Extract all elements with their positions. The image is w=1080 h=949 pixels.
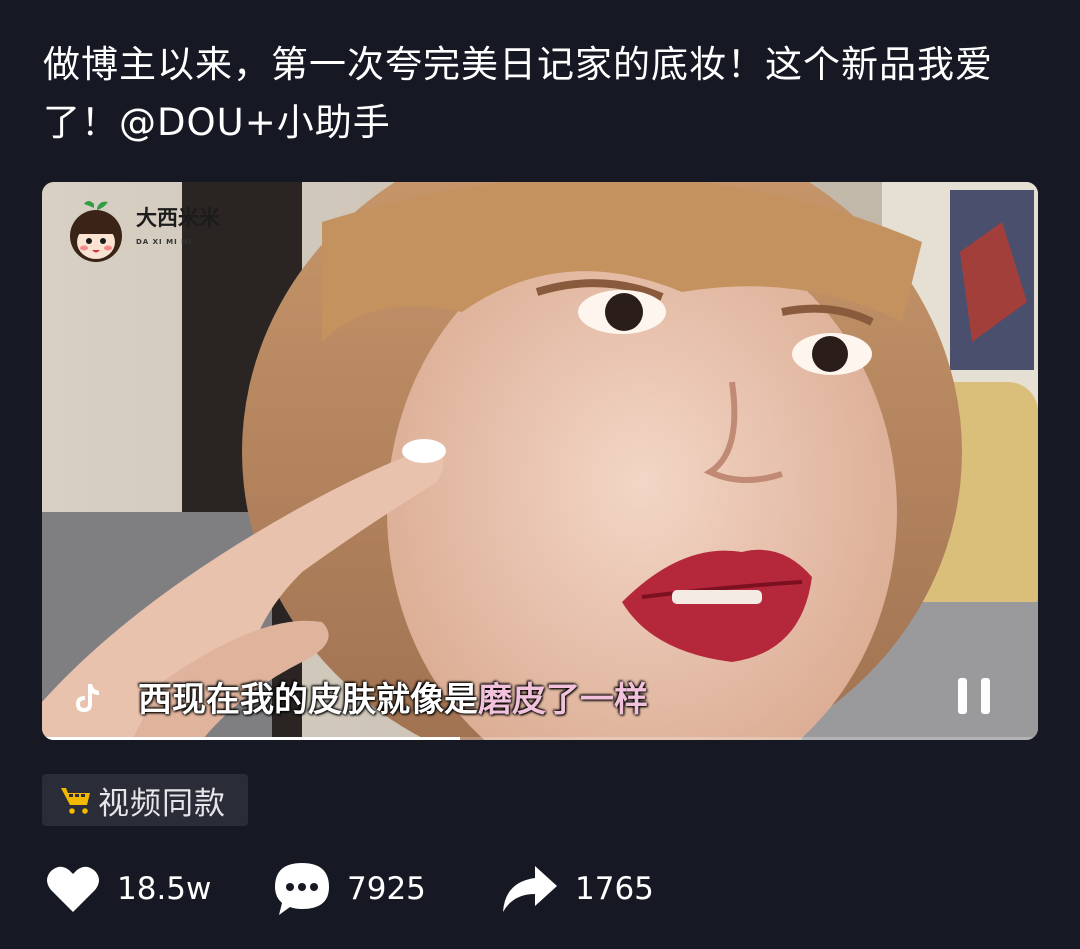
share-count: 1765 (575, 871, 654, 907)
like-count: 18.5w (117, 871, 212, 907)
shopping-cart-icon (61, 788, 90, 814)
product-tag-label: 视频同款 (98, 785, 226, 822)
watermark-title: 大西米米 (136, 206, 220, 230)
subtitle-highlight-text: 磨皮了一样 (478, 679, 648, 720)
like-button[interactable]: 18.5w (45, 858, 211, 920)
comment-button[interactable]: 7925 (273, 858, 426, 920)
video-player[interactable]: 大西米米 DA XI MI MI 西现在我的皮肤就像是 磨皮了一样 (42, 182, 1038, 740)
share-button[interactable]: 1765 (501, 858, 654, 920)
tiktok-logo-icon (76, 684, 99, 712)
video-subtitle: 西现在我的皮肤就像是 磨皮了一样 (138, 670, 648, 722)
product-tag-button[interactable]: 视频同款 (42, 774, 248, 826)
comment-bubble-icon (275, 863, 329, 915)
pause-bar-left (958, 678, 967, 714)
pause-bar-right (981, 678, 990, 714)
pause-button[interactable] (952, 674, 996, 718)
mascot-logo-icon (70, 201, 122, 262)
video-progress-fill (42, 737, 461, 740)
post-caption: 做博主以来，第一次夸完美日记家的底妆！这个新品我爱了！@DOU+小助手 (43, 43, 993, 144)
subtitle-main-text: 西现在我的皮肤就像是 (138, 679, 478, 720)
watermark-subtitle: DA XI MI MI (136, 238, 193, 246)
video-frame (42, 182, 1038, 740)
share-arrow-icon (503, 866, 557, 912)
heart-icon (47, 866, 99, 912)
comment-count: 7925 (347, 871, 426, 907)
channel-watermark: 大西米米 DA XI MI MI (64, 198, 220, 262)
video-progress-bar[interactable] (42, 737, 1038, 740)
action-bar: 18.5w 7925 1765 (45, 858, 945, 920)
